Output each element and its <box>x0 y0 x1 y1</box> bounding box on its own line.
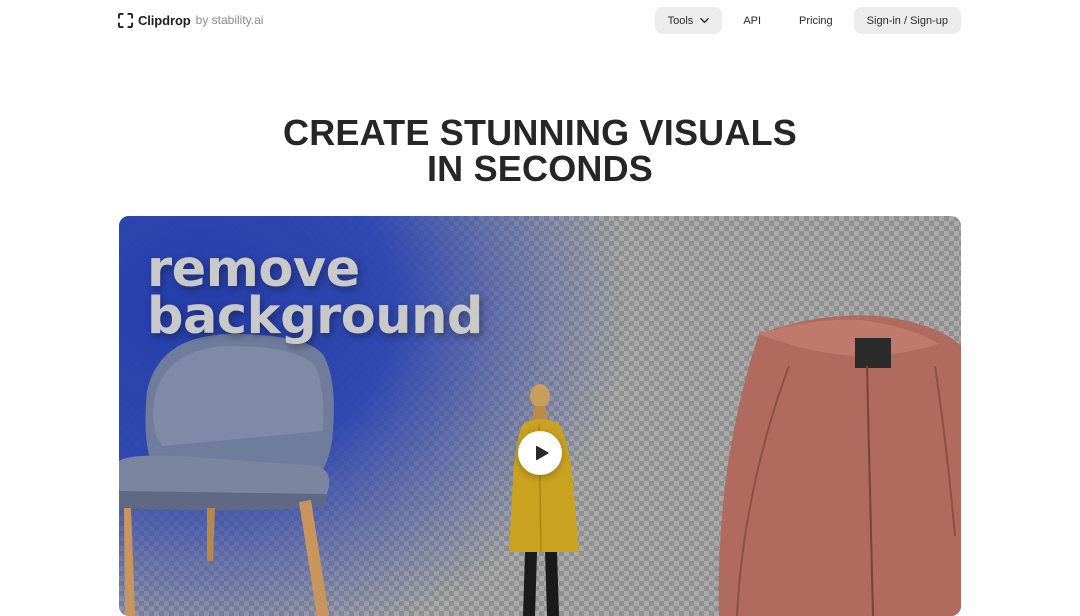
page-title: CREATE STUNNING VISUALS IN SECONDS <box>0 115 1080 187</box>
play-icon <box>535 445 548 461</box>
page-title-line-1: CREATE STUNNING VISUALS <box>283 112 797 153</box>
api-link[interactable]: API <box>726 7 778 34</box>
hero-video[interactable]: remove background <box>119 216 961 616</box>
top-header: Clipdrop by stability.ai Tools API Prici… <box>0 0 1080 40</box>
main-nav: Tools API Pricing Sign-in / Sign-up <box>654 7 961 34</box>
media-overlay-line-1: remove <box>147 240 360 299</box>
page-title-line-2: IN SECONDS <box>426 148 654 189</box>
media-overlay-text: remove background <box>147 240 483 346</box>
logo-tagline: by stability.ai <box>195 13 264 27</box>
media-overlay-line-2: background <box>147 287 483 346</box>
sign-in-button[interactable]: Sign-in / Sign-up <box>853 7 961 34</box>
jacket-image <box>718 315 961 616</box>
clipdrop-logo[interactable]: Clipdrop by stability.ai <box>118 11 263 29</box>
clipdrop-logo-icon <box>118 12 133 28</box>
person-image <box>509 384 579 616</box>
chair-image <box>119 334 334 616</box>
tools-label: Tools <box>667 14 694 27</box>
tools-menu-button[interactable]: Tools <box>654 7 723 34</box>
chevron-down-icon <box>700 17 710 24</box>
pricing-link[interactable]: Pricing <box>782 7 850 34</box>
play-button[interactable] <box>518 431 562 475</box>
logo-name: Clipdrop <box>138 12 191 28</box>
